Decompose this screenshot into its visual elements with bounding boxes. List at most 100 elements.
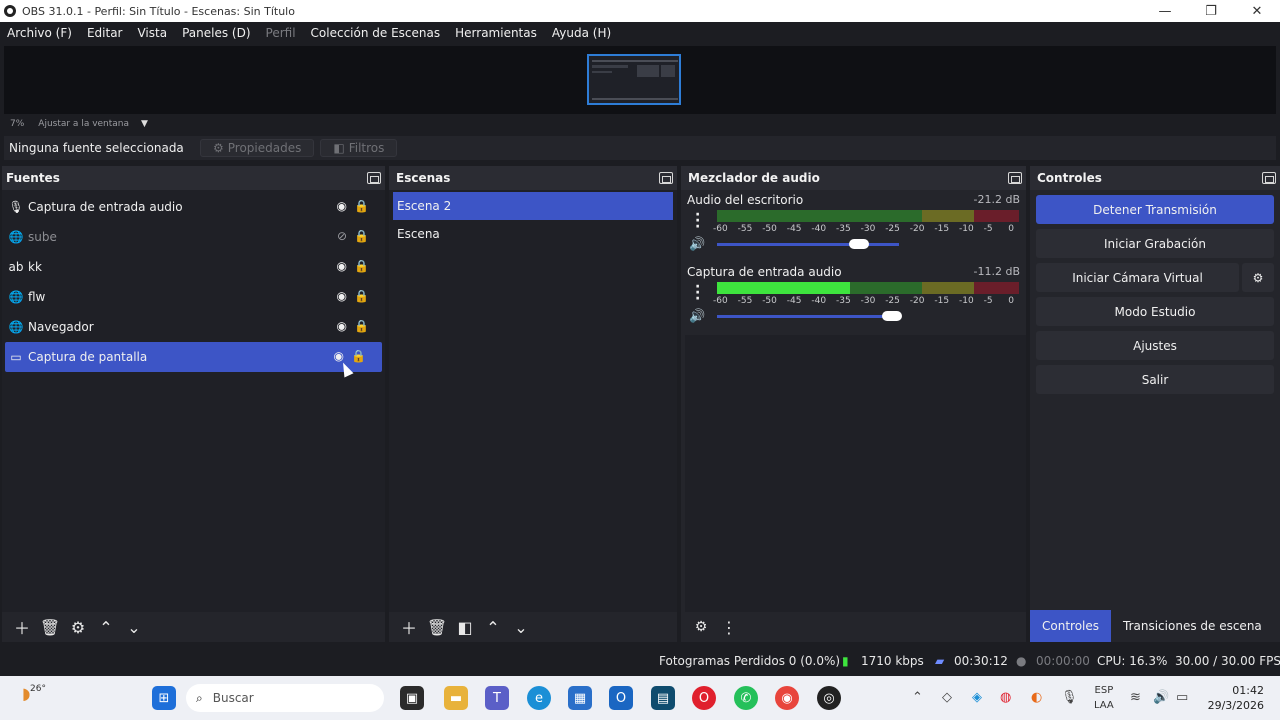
more-options-icon[interactable]: · · · [695, 208, 700, 234]
eye-icon[interactable]: ◉ [337, 259, 347, 273]
stop-stream-button[interactable]: Detener Transmisión [1036, 195, 1274, 224]
arrow-up-icon[interactable]: ⌃ [92, 615, 120, 639]
arrow-down-icon[interactable]: ⌄ [507, 615, 535, 639]
menu-docks[interactable]: Paneles (D) [182, 26, 250, 40]
photos-icon[interactable]: ▤ [651, 686, 675, 710]
exit-button[interactable]: Salir [1036, 365, 1274, 394]
minimize-button[interactable]: — [1142, 0, 1188, 22]
start-virtual-cam-button[interactable]: Iniciar Cámara Virtual [1036, 263, 1239, 292]
add-scene-icon[interactable]: ＋ [395, 615, 423, 639]
obs-taskbar-icon[interactable]: ◎ [817, 686, 841, 710]
task-view-icon[interactable]: ▣ [400, 686, 424, 710]
tray-app-icon[interactable]: ◍ [1000, 690, 1011, 705]
volume-slider[interactable] [717, 315, 899, 318]
trash-icon[interactable]: 🗑 [423, 615, 451, 639]
menu-scene-collection[interactable]: Colección de Escenas [311, 26, 441, 40]
menu-edit[interactable]: Editar [87, 26, 123, 40]
windows-taskbar: ◗ 26° ⊞ ⌕ Buscar ▣ ▬ T e ▦ O ▤ O ✆ ◉ ◎ ⌃… [0, 676, 1280, 720]
chevron-down-icon[interactable]: ▼ [141, 119, 148, 129]
source-item[interactable]: 🌐 sube ⊘ 🔒 [2, 222, 385, 252]
maximize-button[interactable]: ❐ [1188, 0, 1234, 22]
virtual-cam-settings-button[interactable]: ⚙ [1242, 263, 1274, 292]
lock-icon[interactable]: 🔒 [354, 289, 369, 303]
menu-profile[interactable]: Perfil [266, 26, 296, 40]
tray-app-icon[interactable]: ◈ [972, 690, 982, 705]
arrow-up-icon[interactable]: ⌃ [479, 615, 507, 639]
scene-item[interactable]: Escena [389, 220, 677, 248]
tray-app-icon[interactable]: ◐ [1031, 690, 1042, 705]
source-item[interactable]: ▭ Captura de pantalla ◉ 🔒 [5, 342, 382, 372]
tray-app-icon[interactable]: ◇ [942, 690, 952, 705]
filters-button[interactable]: ◧ Filtros [320, 139, 398, 157]
volume-slider-knob[interactable] [881, 311, 902, 321]
undock-icon[interactable] [367, 172, 381, 184]
file-explorer-icon[interactable]: ▬ [444, 686, 468, 710]
lock-icon[interactable]: 🔒 [351, 349, 366, 363]
battery-icon[interactable]: ▭ [1176, 690, 1188, 705]
filter-icon[interactable]: ◧ [451, 615, 479, 639]
language-indicator[interactable]: ESP LAA [1094, 683, 1114, 713]
edge-icon[interactable]: e [527, 686, 551, 710]
clock[interactable]: 01:42 29/3/2026 [1208, 683, 1264, 713]
close-button[interactable]: ✕ [1234, 0, 1280, 22]
lock-icon[interactable]: 🔒 [354, 259, 369, 273]
source-item[interactable]: 🎙 Captura de entrada audio ◉ 🔒 [2, 192, 385, 222]
chevron-up-icon[interactable]: ⌃ [912, 690, 923, 705]
eye-icon[interactable]: ◉ [337, 289, 347, 303]
source-item[interactable]: 🌐 Navegador ◉ 🔒 [2, 312, 385, 342]
eye-off-icon[interactable]: ⊘ [337, 229, 347, 243]
preview-thumbnail[interactable] [587, 54, 681, 105]
menu-tools[interactable]: Herramientas [455, 26, 537, 40]
whatsapp-icon[interactable]: ✆ [734, 686, 758, 710]
source-item[interactable]: ab kk ◉ 🔒 [2, 252, 385, 282]
volume-slider[interactable] [717, 243, 899, 246]
arrow-down-icon[interactable]: ⌄ [120, 615, 148, 639]
microphone-icon[interactable]: 🎙 [1061, 690, 1078, 705]
settings-button[interactable]: Ajustes [1036, 331, 1274, 360]
volume-meter [717, 210, 1019, 222]
undock-icon[interactable] [659, 172, 673, 184]
mixer-settings-icon[interactable]: ⚙ [687, 615, 715, 639]
gear-icon[interactable]: ⚙ [64, 615, 92, 639]
mixer-list: Audio del escritorio -21.2 dB · · · -60 -55 -50… [681, 190, 1026, 612]
add-source-icon[interactable]: ＋ [8, 615, 36, 639]
lock-icon[interactable]: 🔒 [354, 319, 369, 333]
volume-slider-knob[interactable] [848, 239, 869, 249]
volume-icon[interactable]: 🔊 [1153, 690, 1169, 705]
undock-icon[interactable] [1262, 172, 1276, 184]
wifi-icon[interactable]: ≋ [1130, 690, 1141, 705]
eye-icon[interactable]: ◉ [334, 349, 344, 363]
store-icon[interactable]: ▦ [568, 686, 592, 710]
undock-icon[interactable] [1008, 172, 1022, 184]
menu-file[interactable]: Archivo (F) [7, 26, 72, 40]
lock-icon[interactable]: 🔒 [354, 229, 369, 243]
outlook-icon[interactable]: O [609, 686, 633, 710]
mixer-title: Mezclador de audio [688, 171, 820, 185]
taskbar-search[interactable]: ⌕ Buscar [186, 684, 384, 712]
eye-icon[interactable]: ◉ [337, 319, 347, 333]
opera-icon[interactable]: O [692, 686, 716, 710]
studio-mode-button[interactable]: Modo Estudio [1036, 297, 1274, 326]
speaker-icon[interactable]: 🔊 [689, 237, 705, 252]
trash-icon[interactable]: 🗑 [36, 615, 64, 639]
menu-view[interactable]: Vista [137, 26, 167, 40]
eye-icon[interactable]: ◉ [337, 199, 347, 213]
speaker-icon[interactable]: 🔊 [689, 309, 705, 324]
more-options-icon[interactable]: ⋮ [715, 615, 743, 639]
scene-item[interactable]: Escena 2 [393, 192, 673, 220]
tab-controls[interactable]: Controles [1030, 610, 1112, 642]
windows-start-icon[interactable]: ⊞ [152, 686, 176, 710]
filter-icon: ◧ [333, 141, 345, 155]
start-recording-button[interactable]: Iniciar Grabación [1036, 229, 1274, 258]
menu-help[interactable]: Ayuda (H) [552, 26, 611, 40]
source-item[interactable]: 🌐 flw ◉ 🔒 [2, 282, 385, 312]
zoom-mode-select[interactable]: Ajustar a la ventana [38, 119, 129, 129]
more-options-icon[interactable]: · · · [695, 280, 700, 306]
chrome-icon[interactable]: ◉ [775, 686, 799, 710]
controls-tabs: Controles Transiciones de escena [1030, 610, 1280, 642]
teams-icon[interactable]: T [485, 686, 509, 710]
controls-header: Controles [1030, 166, 1280, 190]
properties-button[interactable]: ⚙ Propiedades [200, 139, 315, 157]
tab-scene-transitions[interactable]: Transiciones de escena [1111, 610, 1274, 642]
lock-icon[interactable]: 🔒 [354, 199, 369, 213]
